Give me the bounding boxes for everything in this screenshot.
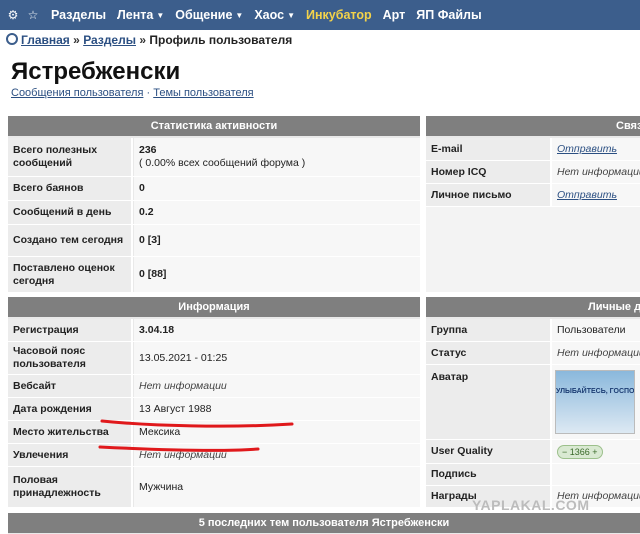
location-underline <box>98 445 260 452</box>
watermark: YAPLAKAL.COM <box>472 497 590 513</box>
birthday-underline <box>100 419 294 428</box>
red-underline-marks <box>98 419 294 452</box>
